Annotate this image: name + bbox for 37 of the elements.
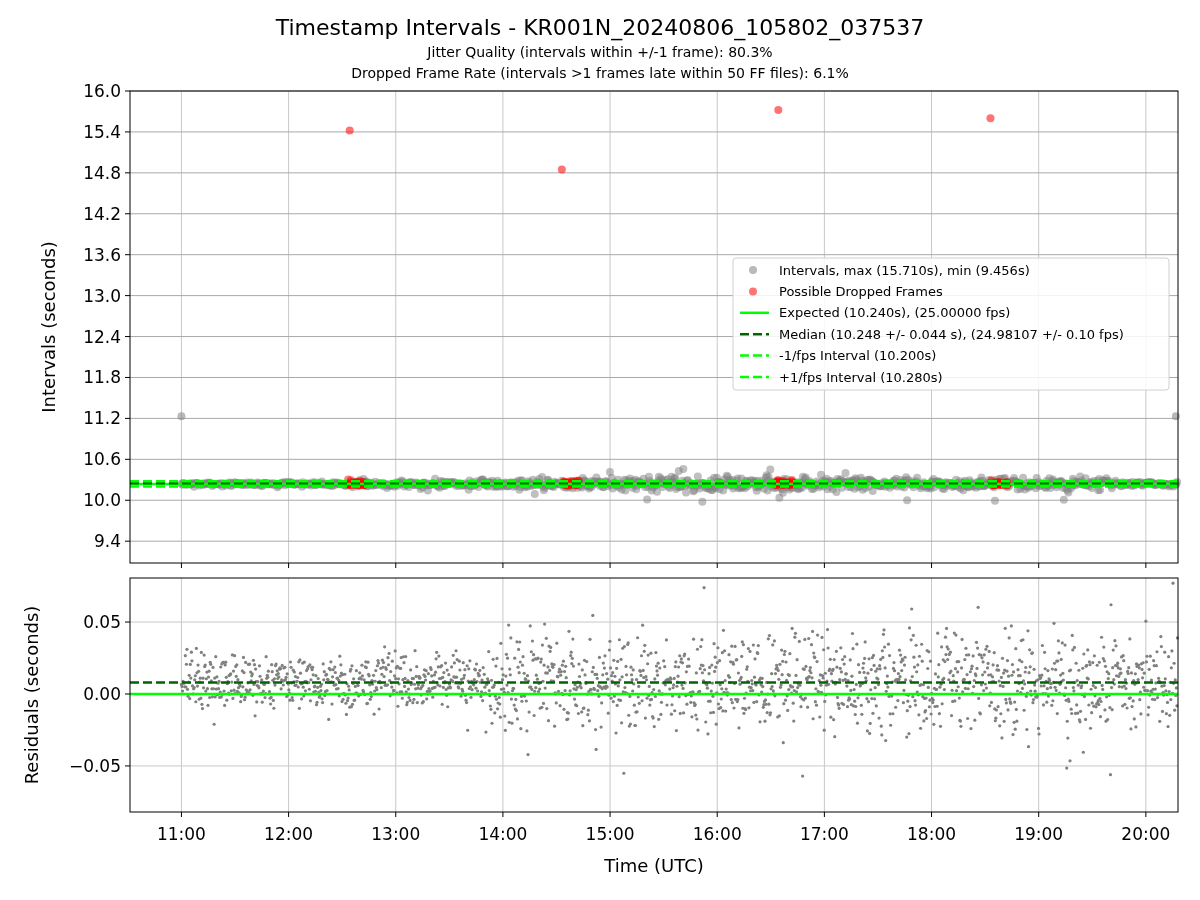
tick-label: 11.8 [83,367,121,388]
axis-label: Time (UTC) [604,855,704,876]
tick-label: 0.00 [83,684,121,704]
legend-label: Expected (10.240s), (25.00000 fps) [779,305,1011,321]
tick-label: 11:00 [156,824,206,844]
legend-label: Intervals, max (15.710s), min (9.456s) [779,262,1030,278]
tick-label: 18:00 [907,824,957,844]
tick-label: 0.05 [83,612,121,633]
tick-label: 13.6 [83,244,121,265]
figure-subtitle: Dropped Frame Rate (intervals >1 frames late within 50 FF files): 6.1% [351,64,849,83]
figure-title: Timestamp Intervals - KR001N_20240806_105802_037537 [275,14,925,42]
axis-label: Residuals (seconds) [21,605,42,785]
tick-label: 12:00 [264,824,314,844]
tick-label: 15.4 [83,121,121,142]
legend-label: Median (10.248 +/- 0.044 s), (24.98107 +/- 0.10 fps) [779,326,1124,342]
tick-label: 16.0 [83,81,121,101]
tick-label: 15:00 [585,824,635,844]
tick-label: 9.4 [93,531,121,552]
tick-label: 16:00 [692,824,742,844]
tick-label: 11.2 [83,408,121,429]
tick-label: 10.6 [83,449,121,470]
axis-label: Intervals (seconds) [38,241,59,413]
tick-label: 20:00 [1121,824,1171,844]
tick-label: 13:00 [371,824,421,844]
tick-label: −0.05 [68,755,121,776]
legend-label: +1/fps Interval (10.280s) [779,369,943,385]
tick-label: 12.4 [83,326,121,347]
tick-label: 10.0 [83,490,121,511]
tick-label: 14:00 [478,824,528,844]
tick-label: 19:00 [1014,824,1064,844]
tick-label: 17:00 [799,824,849,844]
tick-label: 13.0 [83,285,121,306]
tick-label: 14.8 [83,162,121,183]
legend-label: Possible Dropped Frames [779,283,943,299]
legend-label: -1/fps Interval (10.200s) [779,348,937,364]
figure-subtitle: Jitter Quality (intervals within +/-1 frame): 80.3% [427,43,773,62]
tick-label: 14.2 [83,203,121,224]
